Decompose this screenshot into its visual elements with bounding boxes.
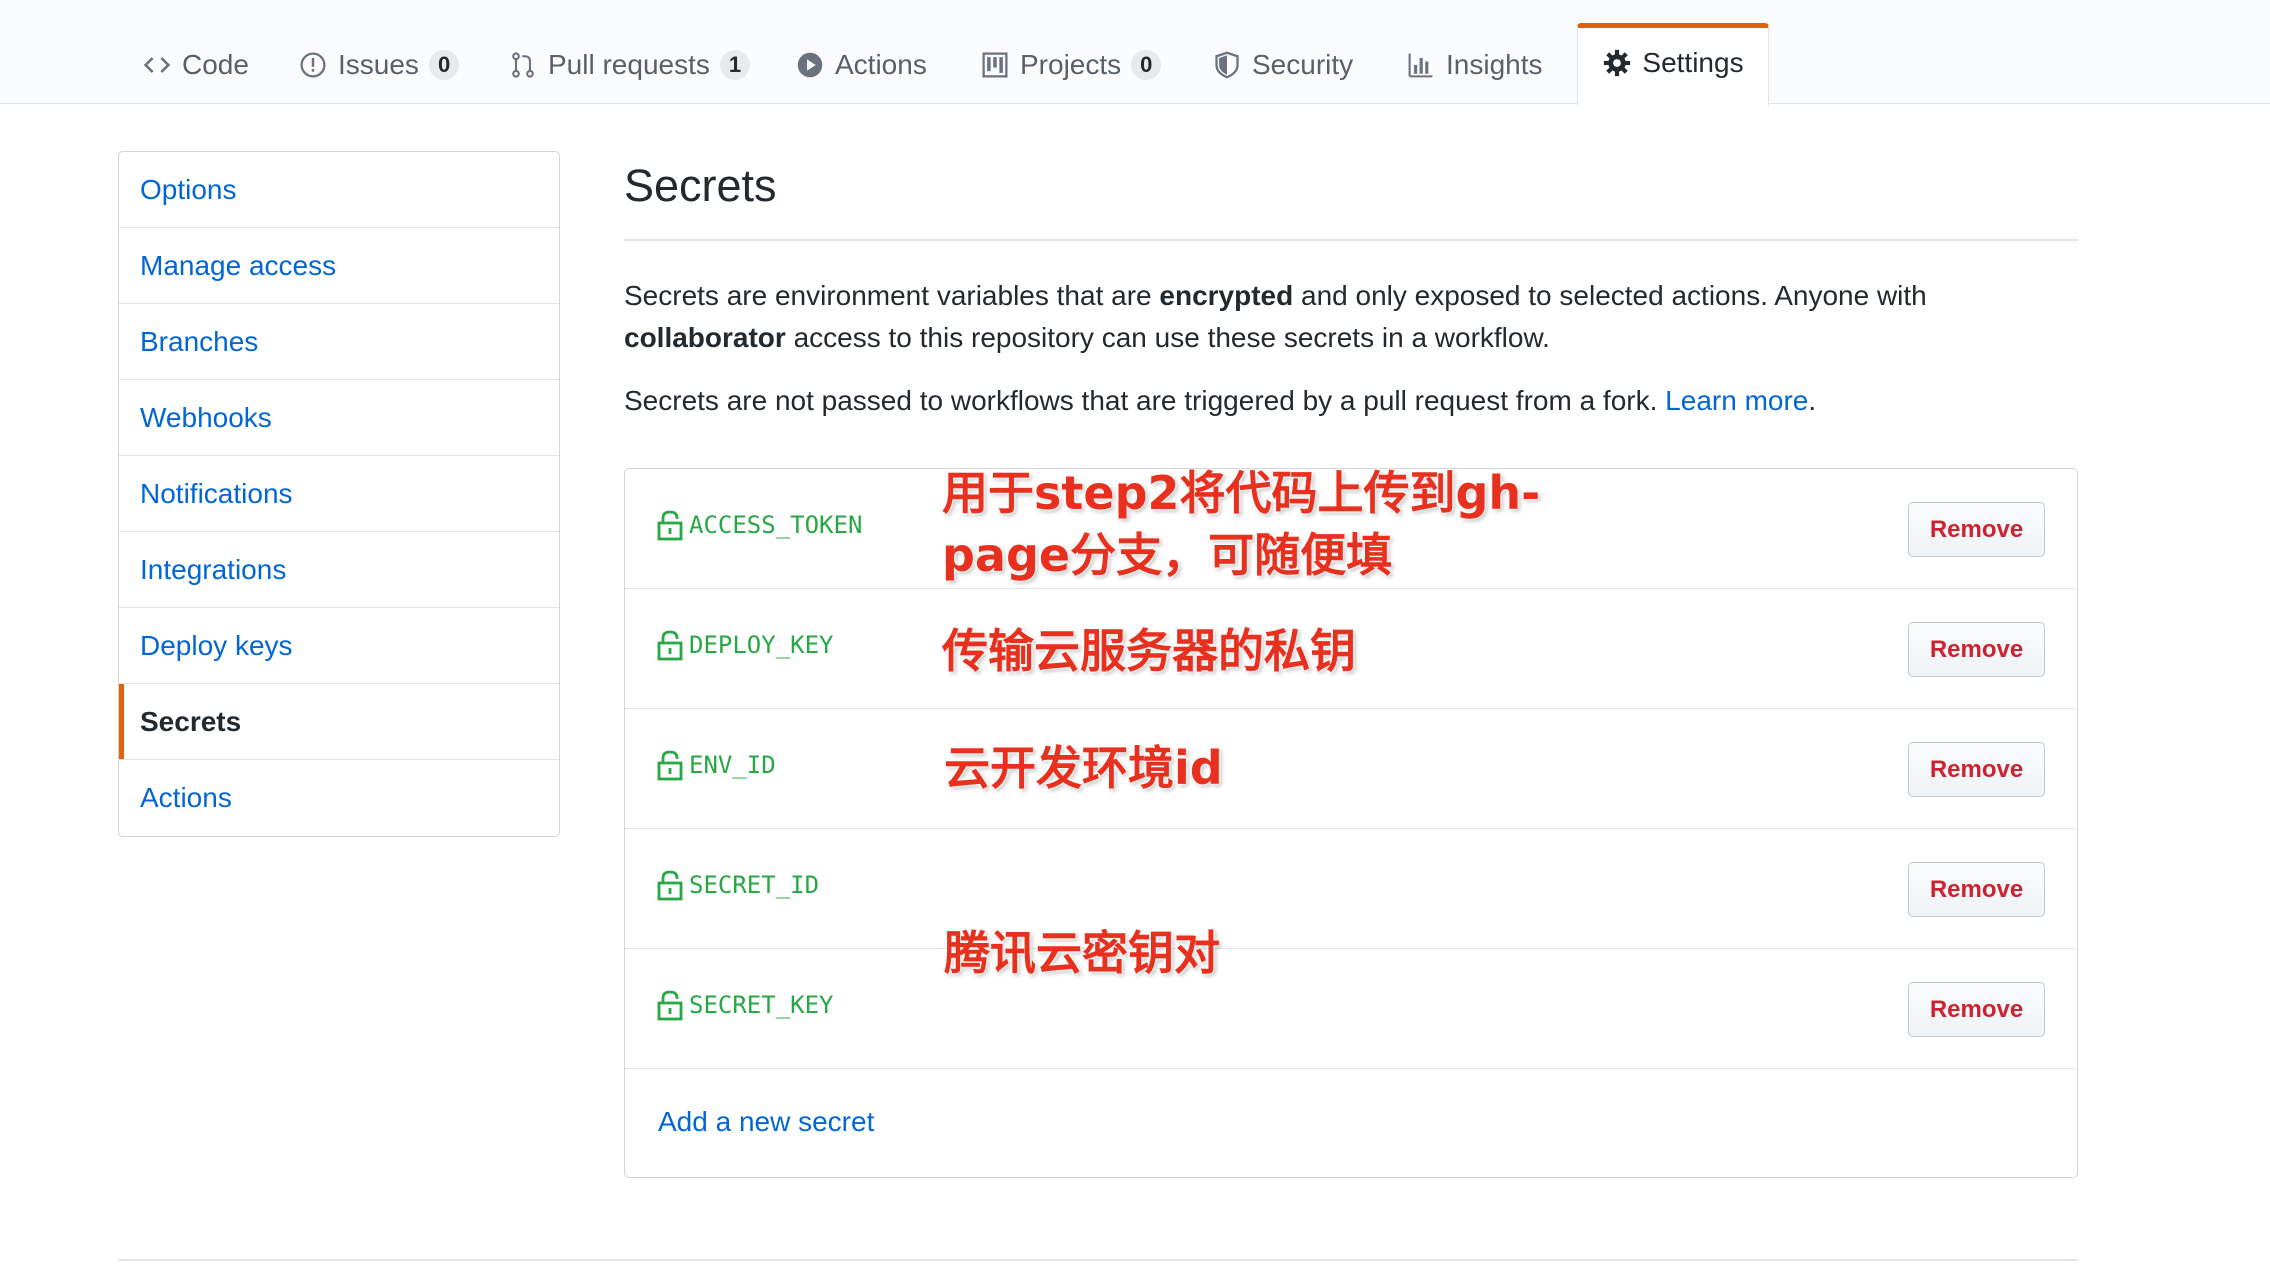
lock-icon — [657, 869, 683, 901]
annotation-line: 用于step2将代码上传到gh- — [942, 466, 1541, 520]
remove-secret-button[interactable]: Remove — [1908, 502, 2045, 557]
description-text: access to this repository can use these … — [785, 322, 1550, 353]
secret-name-text: SECRET_KEY — [689, 991, 834, 1019]
secrets-description: Secrets are environment variables that a… — [624, 275, 2078, 359]
project-icon — [980, 50, 1010, 80]
gear-icon — [1602, 48, 1632, 78]
annotation-env-id: 云开发环境id — [944, 741, 1223, 795]
lock-icon — [657, 989, 683, 1021]
description-text: and only exposed to selected actions. An… — [1293, 280, 1927, 311]
description-text: Secrets are environment variables that a… — [624, 280, 1160, 311]
learn-more-link[interactable]: Learn more — [1665, 385, 1808, 416]
pull-request-icon — [508, 50, 538, 80]
sidebar-item-actions[interactable]: Actions — [119, 760, 559, 836]
tab-code[interactable]: Code — [142, 26, 249, 104]
tab-pull-requests[interactable]: Pull requests 1 — [508, 26, 751, 104]
tab-label: Security — [1252, 49, 1354, 80]
shield-icon — [1212, 50, 1242, 80]
tab-label: Settings — [1642, 47, 1744, 78]
secret-name: ENV_ID — [657, 749, 776, 781]
remove-secret-button[interactable]: Remove — [1908, 862, 2045, 917]
tab-projects[interactable]: Projects 0 — [980, 26, 1162, 104]
footer-divider — [118, 1259, 2078, 1261]
lock-icon — [657, 509, 683, 541]
secret-row: ENV_ID Remove — [625, 709, 2077, 829]
tab-actions[interactable]: Actions — [795, 26, 927, 104]
sidebar-item-label: Options — [140, 173, 237, 205]
sidebar-item-label: Manage access — [140, 249, 337, 281]
tab-issues[interactable]: Issues 0 — [298, 26, 460, 104]
projects-counter: 0 — [1131, 50, 1162, 80]
tab-security[interactable]: Security — [1212, 26, 1353, 104]
fork-notice-period: . — [1808, 385, 1817, 416]
sidebar-item-label: Notifications — [140, 477, 293, 509]
secret-name: SECRET_KEY — [657, 989, 834, 1021]
annotation-line: page分支，可随便填 — [942, 528, 1393, 582]
sidebar-item-label: Deploy keys — [140, 629, 293, 661]
tab-settings[interactable]: Settings — [1577, 23, 1769, 106]
sidebar-item-notifications[interactable]: Notifications — [119, 456, 559, 532]
sidebar-item-secrets[interactable]: Secrets — [119, 684, 559, 760]
sidebar-item-label: Branches — [140, 325, 259, 357]
secret-row: SECRET_KEY Remove — [625, 949, 2077, 1069]
secret-name-text: DEPLOY_KEY — [689, 631, 834, 659]
secret-name-text: SECRET_ID — [689, 871, 820, 899]
sidebar-item-options[interactable]: Options — [119, 152, 559, 228]
fork-notice: Secrets are not passed to workflows that… — [624, 380, 2078, 422]
description-bold-encrypted: encrypted — [1159, 280, 1294, 311]
fork-notice-text: Secrets are not passed to workflows that… — [624, 385, 1666, 416]
lock-icon — [657, 749, 683, 781]
description-bold-collaborator: collaborator — [624, 322, 786, 353]
annotation-deploy-key: 传输云服务器的私钥 — [942, 624, 1356, 678]
secret-name-text: ENV_ID — [689, 751, 776, 779]
tab-label: Insights — [1446, 49, 1543, 80]
sidebar-item-label: Webhooks — [140, 401, 272, 433]
pull-requests-counter: 1 — [719, 50, 751, 80]
remove-secret-button[interactable]: Remove — [1908, 622, 2045, 677]
secret-name-text: ACCESS_TOKEN — [689, 511, 863, 539]
sidebar-item-label: Actions — [140, 782, 232, 813]
remove-secret-button[interactable]: Remove — [1908, 982, 2045, 1037]
sidebar-item-manage-access[interactable]: Manage access — [119, 228, 559, 304]
secret-name: ACCESS_TOKEN — [657, 509, 862, 541]
title-divider — [624, 239, 2078, 241]
sidebar-item-branches[interactable]: Branches — [119, 304, 559, 380]
tab-label: Pull requests — [548, 49, 710, 80]
issues-counter: 0 — [428, 50, 460, 80]
remove-secret-button[interactable]: Remove — [1908, 742, 2045, 797]
sidebar-item-label: Integrations — [140, 553, 287, 585]
sidebar-item-webhooks[interactable]: Webhooks — [119, 380, 559, 456]
annotation-secret-pair: 腾讯云密钥对 — [944, 926, 1220, 980]
tab-insights[interactable]: Insights — [1406, 26, 1543, 104]
tab-label: Issues — [338, 49, 419, 80]
secret-name: DEPLOY_KEY — [657, 629, 834, 661]
secret-name: SECRET_ID — [657, 869, 819, 901]
tab-label: Actions — [835, 49, 927, 80]
issue-icon — [298, 50, 328, 80]
tab-label: Projects — [1020, 49, 1122, 80]
code-icon — [142, 50, 172, 80]
sidebar-item-integrations[interactable]: Integrations — [119, 532, 559, 608]
annotation-access-token: 用于step2将代码上传到gh- page分支，可随便填 — [942, 462, 1540, 586]
graph-icon — [1406, 50, 1436, 80]
sidebar-item-label: Secrets — [140, 705, 242, 737]
settings-sidebar: Options Manage access Branches Webhooks … — [118, 151, 560, 837]
play-icon — [795, 50, 825, 80]
page-title: Secrets — [624, 160, 777, 211]
add-secret-link[interactable]: Add a new secret — [658, 1106, 874, 1138]
lock-icon — [657, 629, 683, 661]
repo-nav: Code Issues 0 Pull requests 1 Actions Pr… — [0, 0, 2270, 106]
tab-label: Code — [182, 49, 249, 80]
sidebar-item-deploy-keys[interactable]: Deploy keys — [119, 608, 559, 684]
secret-row: SECRET_ID Remove — [625, 829, 2077, 949]
